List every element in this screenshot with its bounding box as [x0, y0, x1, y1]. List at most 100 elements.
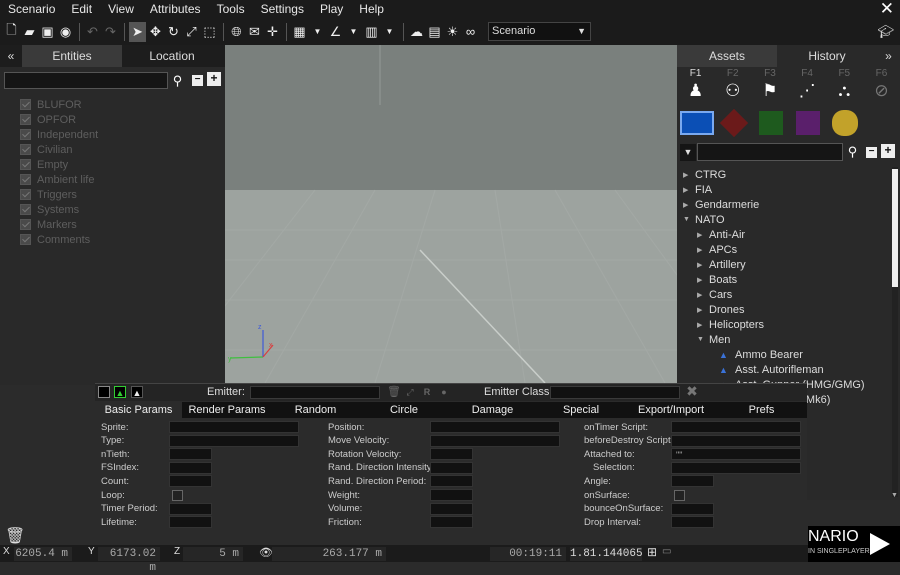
new-file-icon[interactable]: 🗋: [3, 22, 20, 42]
triangle-right-icon[interactable]: ▶: [697, 276, 709, 284]
binoculars-icon[interactable]: ∞: [462, 22, 479, 42]
asset-mode-triggers[interactable]: F6 ⊘: [863, 68, 900, 102]
checkbox[interactable]: [20, 114, 31, 125]
side-blufor-button[interactable]: [680, 111, 714, 135]
entity-filter-item[interactable]: Markers: [20, 217, 98, 232]
checkbox[interactable]: [20, 204, 31, 215]
collapse-all-button[interactable]: −: [192, 75, 203, 86]
checkbox[interactable]: [20, 174, 31, 185]
tab-basic-params[interactable]: Basic Params: [95, 402, 182, 418]
emitter-input[interactable]: [250, 386, 380, 399]
grid-icon[interactable]: ▦: [291, 22, 308, 42]
checkbox[interactable]: [20, 234, 31, 245]
checkbox[interactable]: [20, 99, 31, 110]
asset-tree-node[interactable]: ▼ NATO: [683, 212, 893, 227]
ruler-icon[interactable]: ▥: [363, 22, 380, 42]
menu-help[interactable]: Help: [351, 0, 392, 18]
play-scenario-button[interactable]: NARIO IN SINGLEPLAYER: [808, 526, 900, 562]
checkbox[interactable]: [20, 129, 31, 140]
asset-mode-markers[interactable]: F5 ⛬: [826, 68, 863, 102]
triangle-right-icon[interactable]: ▶: [683, 171, 695, 179]
triangle-right-icon[interactable]: ▶: [683, 186, 695, 194]
triangle-down-icon[interactable]: ▼: [683, 216, 695, 223]
triangle-right-icon[interactable]: ▶: [697, 231, 709, 239]
search-icon[interactable]: ⚲: [169, 72, 186, 89]
param-input[interactable]: [671, 502, 714, 515]
tab-prefs[interactable]: Prefs: [716, 402, 807, 418]
filter-dropdown[interactable]: ▼: [680, 144, 696, 161]
asset-tree-node[interactable]: ▼ Men: [683, 332, 893, 347]
chevron-down-icon[interactable]: ▼: [309, 22, 326, 42]
tab-location[interactable]: Location: [122, 45, 222, 67]
asset-tree-node[interactable]: ▶ Anti-Air: [683, 227, 893, 242]
triangle-right-icon[interactable]: ▶: [683, 201, 695, 209]
asset-mode-groups[interactable]: F2 ⚇: [714, 68, 751, 102]
expand-panel-button[interactable]: »: [877, 45, 900, 67]
tab-export-import[interactable]: Export/Import: [626, 402, 716, 418]
menu-settings[interactable]: Settings: [253, 0, 312, 18]
side-civilian-button[interactable]: [791, 111, 825, 135]
checkbox[interactable]: [20, 219, 31, 230]
entity-filter-item[interactable]: Ambient life: [20, 172, 98, 187]
asset-tree-node[interactable]: ▶ Drones: [683, 302, 893, 317]
checkbox[interactable]: [20, 144, 31, 155]
asset-tree-node[interactable]: ▶ APCs: [683, 242, 893, 257]
entity-filter-item[interactable]: Comments: [20, 232, 98, 247]
asset-tree-scrollbar[interactable]: ▼: [891, 167, 898, 499]
chevron-down-icon[interactable]: ▼: [891, 492, 898, 499]
tab-special[interactable]: Special: [536, 402, 626, 418]
entity-filter-item[interactable]: Independent: [20, 127, 98, 142]
menu-tools[interactable]: Tools: [209, 0, 253, 18]
mail-icon[interactable]: ✉: [246, 22, 263, 42]
entities-search-input[interactable]: [4, 72, 168, 89]
snap-vertical-icon[interactable]: ✛: [264, 22, 281, 42]
trash-icon[interactable]: 🗑︎: [5, 526, 25, 546]
asset-tree-node[interactable]: ▶ Helicopters: [683, 317, 893, 332]
area-select-icon[interactable]: ⬚: [201, 22, 218, 42]
close-icon[interactable]: ✖: [686, 384, 698, 398]
menu-scenario[interactable]: Scenario: [0, 0, 63, 18]
asset-tree-node[interactable]: ▶ Cars: [683, 287, 893, 302]
globe-icon[interactable]: 🌐︎: [228, 22, 245, 42]
asset-unit-item[interactable]: ▲ Asst. Autorifleman: [683, 362, 893, 377]
side-opfor-button[interactable]: [717, 108, 751, 138]
expand-all-button[interactable]: +: [881, 144, 895, 158]
search-icon[interactable]: ⚲: [844, 143, 861, 160]
chevron-down-icon[interactable]: ▼: [345, 22, 362, 42]
asset-mode-units[interactable]: F1 ♟: [677, 68, 714, 102]
asset-tree-node[interactable]: ▶ Boats: [683, 272, 893, 287]
tab-history[interactable]: History: [777, 45, 877, 67]
tab-render-params[interactable]: Render Params: [182, 402, 272, 418]
param-checkbox[interactable]: [674, 489, 685, 501]
green-flame-icon[interactable]: ▲: [114, 386, 126, 398]
triangle-right-icon[interactable]: ▶: [697, 306, 709, 314]
reset-icon[interactable]: R: [421, 386, 433, 398]
side-empty-button[interactable]: [828, 110, 862, 136]
param-input[interactable]: "": [671, 448, 801, 461]
trash-icon[interactable]: 🗑︎: [387, 386, 401, 398]
asset-tree-node[interactable]: ▶ Gendarmerie: [683, 197, 893, 212]
scrollbar-thumb[interactable]: [892, 169, 898, 287]
checkbox[interactable]: [20, 189, 31, 200]
param-input[interactable]: [671, 421, 801, 433]
checkbox[interactable]: [20, 159, 31, 170]
angle-icon[interactable]: ∠: [327, 22, 344, 42]
triangle-right-icon[interactable]: ▶: [697, 291, 709, 299]
menu-attributes[interactable]: Attributes: [142, 0, 209, 18]
sun-icon[interactable]: ☀: [444, 22, 461, 42]
graduation-cap-icon[interactable]: 🎓︎: [877, 24, 894, 40]
rotate-icon[interactable]: ↻: [165, 22, 182, 42]
collapse-all-button[interactable]: −: [866, 147, 877, 158]
tab-damage[interactable]: Damage: [449, 402, 536, 418]
record-icon[interactable]: ●: [438, 386, 450, 398]
white-flame-icon[interactable]: ▲: [131, 386, 143, 398]
expand-all-button[interactable]: +: [207, 72, 221, 86]
tab-circle[interactable]: Circle: [359, 402, 449, 418]
asset-tree-node[interactable]: ▶ Artillery: [683, 257, 893, 272]
menu-play[interactable]: Play: [312, 0, 351, 18]
param-input[interactable]: [671, 516, 714, 529]
entity-filter-item[interactable]: Civilian: [20, 142, 98, 157]
entity-filter-item[interactable]: BLUFOR: [20, 97, 98, 112]
black-swatch-icon[interactable]: [98, 386, 110, 398]
entity-filter-item[interactable]: Empty: [20, 157, 98, 172]
